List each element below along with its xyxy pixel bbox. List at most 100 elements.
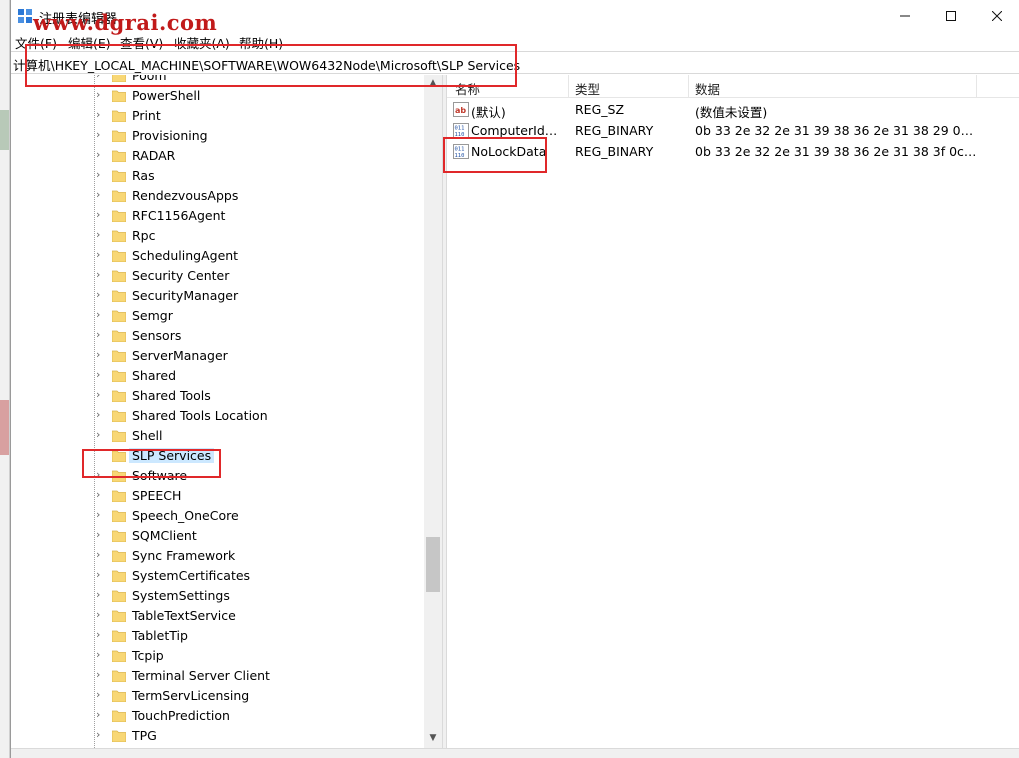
expand-chevron-icon[interactable]: › xyxy=(96,708,106,722)
menu-help[interactable]: 帮助(H) xyxy=(239,33,283,52)
menu-edit[interactable]: 编辑(E) xyxy=(68,33,111,52)
folder-icon xyxy=(112,290,126,302)
expand-chevron-icon[interactable]: › xyxy=(96,568,106,582)
tree-item[interactable]: › Security Center xyxy=(11,266,431,286)
expand-chevron-icon[interactable]: › xyxy=(96,688,106,702)
expand-chevron-icon[interactable]: › xyxy=(96,528,106,542)
tree-item[interactable]: › PowerShell xyxy=(11,86,431,106)
tree-item[interactable]: › Terminal Server Client xyxy=(11,666,431,686)
address-path[interactable]: 计算机\HKEY_LOCAL_MACHINE\SOFTWARE\WOW6432N… xyxy=(13,55,520,74)
expand-chevron-icon[interactable]: › xyxy=(96,75,106,82)
expand-chevron-icon[interactable]: › xyxy=(96,268,106,282)
expand-chevron-icon[interactable]: › xyxy=(96,628,106,642)
expand-chevron-icon[interactable]: › xyxy=(96,208,106,222)
tree-item[interactable]: › SecurityManager xyxy=(11,286,431,306)
folder-icon xyxy=(112,690,126,702)
tree-item[interactable]: › SPEECH xyxy=(11,486,431,506)
expand-chevron-icon[interactable]: › xyxy=(96,468,106,482)
tree-item[interactable]: › Tcpip xyxy=(11,646,431,666)
svg-text:ab: ab xyxy=(455,106,466,115)
value-data: 0b 33 2e 32 2e 31 39 38 36 2e 31 38 29 0… xyxy=(695,123,977,138)
expand-chevron-icon[interactable]: › xyxy=(96,148,106,162)
tree-item[interactable]: › TouchPrediction xyxy=(11,706,431,726)
tree-item[interactable]: › RendezvousApps xyxy=(11,186,431,206)
tree-item[interactable]: › TPG xyxy=(11,726,431,746)
tree-item[interactable]: › Software xyxy=(11,466,431,486)
menu-view[interactable]: 查看(V) xyxy=(120,33,163,52)
tree-item-label: Semgr xyxy=(132,308,173,323)
expand-chevron-icon[interactable]: › xyxy=(96,228,106,242)
column-data-header[interactable]: 数据 xyxy=(695,79,720,98)
close-button[interactable] xyxy=(974,0,1019,31)
tree-item[interactable]: › SystemSettings xyxy=(11,586,431,606)
scroll-up-icon[interactable]: ▲ xyxy=(428,78,438,88)
expand-chevron-icon[interactable]: › xyxy=(96,108,106,122)
expand-chevron-icon[interactable]: › xyxy=(96,648,106,662)
expand-chevron-icon[interactable]: › xyxy=(96,608,106,622)
tree-item[interactable]: SLP Services xyxy=(11,446,431,466)
expand-chevron-icon[interactable]: › xyxy=(96,508,106,522)
expand-chevron-icon[interactable]: › xyxy=(96,348,106,362)
tree-item[interactable]: › TableTextService xyxy=(11,606,431,626)
expand-chevron-icon[interactable]: › xyxy=(96,408,106,422)
expand-chevron-icon[interactable]: › xyxy=(96,248,106,262)
background-thumbnail xyxy=(0,400,9,455)
tree-item[interactable]: › Sensors xyxy=(11,326,431,346)
tree-item[interactable]: › Rpc xyxy=(11,226,431,246)
expand-chevron-icon[interactable]: › xyxy=(96,668,106,682)
column-type-header[interactable]: 类型 xyxy=(575,79,600,98)
address-bar[interactable]: 计算机\HKEY_LOCAL_MACHINE\SOFTWARE\WOW6432N… xyxy=(11,51,1019,74)
tree-item[interactable]: › TabletTip xyxy=(11,626,431,646)
tree-item[interactable]: › SQMClient xyxy=(11,526,431,546)
tree-item[interactable]: › Print xyxy=(11,106,431,126)
menu-file[interactable]: 文件(F) xyxy=(15,33,57,52)
minimize-button[interactable] xyxy=(882,0,928,31)
scrollbar-thumb[interactable] xyxy=(426,537,440,592)
expand-chevron-icon[interactable]: › xyxy=(96,388,106,402)
value-row[interactable]: ab (默认) REG_SZ (数值未设置) xyxy=(447,99,1019,120)
column-separator[interactable] xyxy=(688,75,689,98)
folder-icon xyxy=(112,190,126,202)
tree-item[interactable]: › SystemCertificates xyxy=(11,566,431,586)
tree-item-label: Provisioning xyxy=(132,128,208,143)
value-row[interactable]: 011 110 ComputerIdData REG_BINARY 0b 33 2e 3… xyxy=(447,120,1019,141)
folder-icon xyxy=(112,75,126,82)
tree-item[interactable]: › Provisioning xyxy=(11,126,431,146)
tree-item[interactable]: › Ras xyxy=(11,166,431,186)
svg-text:011: 011 xyxy=(455,147,465,153)
expand-chevron-icon[interactable]: › xyxy=(96,428,106,442)
tree-item[interactable]: › Shared xyxy=(11,366,431,386)
scroll-down-icon[interactable]: ▼ xyxy=(428,733,438,743)
expand-chevron-icon[interactable]: › xyxy=(96,368,106,382)
expand-chevron-icon[interactable]: › xyxy=(96,168,106,182)
tree-item[interactable]: › ServerManager xyxy=(11,346,431,366)
tree-item[interactable]: › Sync Framework xyxy=(11,546,431,566)
maximize-button[interactable] xyxy=(928,0,974,31)
expand-chevron-icon[interactable]: › xyxy=(96,488,106,502)
tree-item[interactable]: › Poom xyxy=(11,75,431,86)
expand-chevron-icon[interactable]: › xyxy=(96,328,106,342)
tree-item[interactable]: › RADAR xyxy=(11,146,431,166)
expand-chevron-icon[interactable]: › xyxy=(96,728,106,742)
column-name-header[interactable]: 名称 xyxy=(455,79,480,98)
expand-chevron-icon[interactable]: › xyxy=(96,288,106,302)
tree-item[interactable]: › Shared Tools Location xyxy=(11,406,431,426)
tree-item[interactable]: › Shell xyxy=(11,426,431,446)
tree-item[interactable]: › Speech_OneCore xyxy=(11,506,431,526)
tree-scrollbar[interactable]: ▲ ▼ xyxy=(424,75,442,748)
menu-favorites[interactable]: 收藏夹(A) xyxy=(174,33,230,52)
column-separator[interactable] xyxy=(568,75,569,98)
expand-chevron-icon[interactable]: › xyxy=(96,588,106,602)
expand-chevron-icon[interactable]: › xyxy=(96,88,106,102)
tree-item[interactable]: › Semgr xyxy=(11,306,431,326)
expand-chevron-icon[interactable]: › xyxy=(96,188,106,202)
value-row[interactable]: 011 110 NoLockData REG_BINARY 0b 33 2e 32 2e… xyxy=(447,141,1019,162)
tree-item[interactable]: › TermServLicensing xyxy=(11,686,431,706)
expand-chevron-icon[interactable]: › xyxy=(96,128,106,142)
tree-item[interactable]: › SchedulingAgent xyxy=(11,246,431,266)
column-separator[interactable] xyxy=(976,75,977,98)
tree-item[interactable]: › RFC1156Agent xyxy=(11,206,431,226)
expand-chevron-icon[interactable]: › xyxy=(96,548,106,562)
tree-item[interactable]: › Shared Tools xyxy=(11,386,431,406)
expand-chevron-icon[interactable]: › xyxy=(96,308,106,322)
